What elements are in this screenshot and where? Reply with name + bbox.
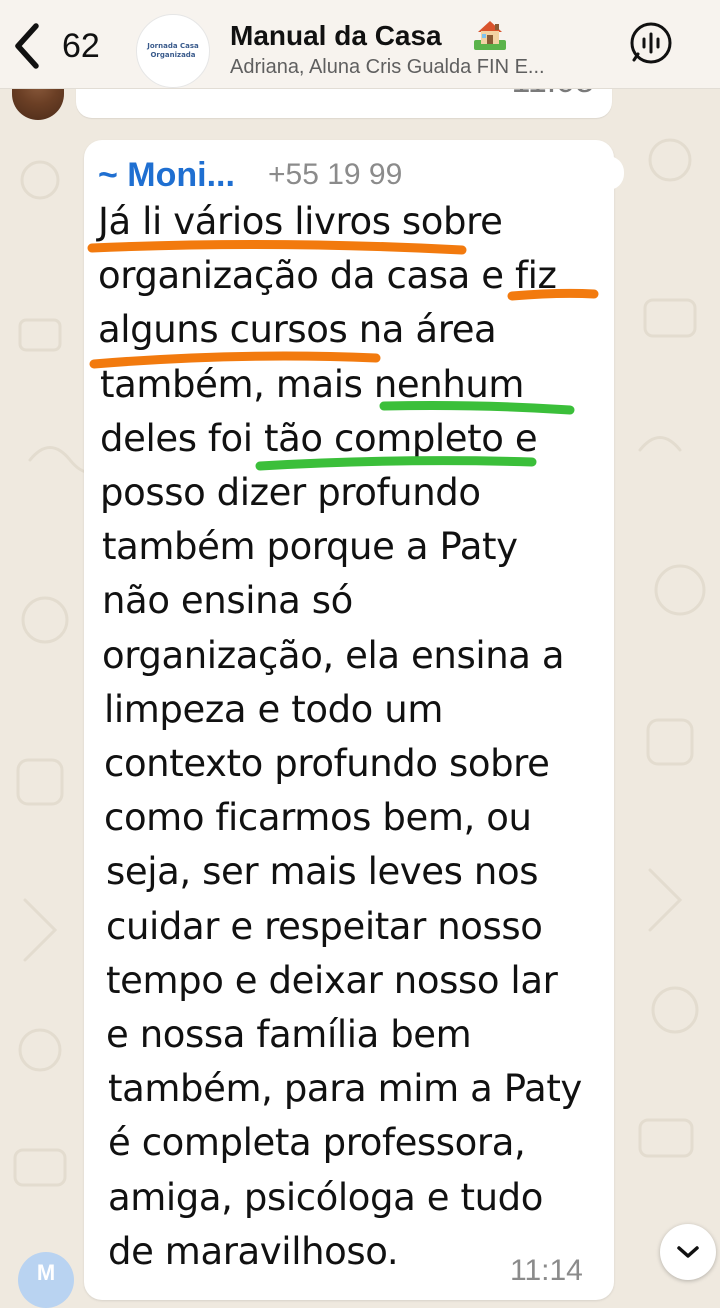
message-line: seja, ser mais leves nos [106, 850, 539, 894]
message-line: cuidar e respeitar nosso [106, 904, 543, 948]
message-line: também, para mim a Paty [108, 1067, 582, 1111]
message-line: organização da casa e fiz [98, 254, 557, 298]
message-time: 11:14 [510, 1254, 583, 1287]
unread-count: 62 [62, 26, 100, 65]
message-line: não ensina só [102, 579, 353, 623]
phone-redaction-mask [428, 156, 624, 190]
group-members-subtitle: Adriana, Aluna Cris Gualda FIN E... [230, 56, 545, 78]
message-line: também, mais nenhum [100, 362, 525, 406]
group-avatar-logo-text: Jornada Casa Organizada [147, 42, 199, 59]
scroll-to-bottom-button[interactable] [660, 1224, 716, 1280]
message-line: como ficarmos bem, ou [104, 796, 532, 840]
next-sender-avatar[interactable]: M [18, 1252, 74, 1308]
message-line: organização, ela ensina a [102, 633, 565, 677]
house-with-garden-icon [474, 21, 506, 50]
sender-phone: +55 19 99 [268, 158, 403, 191]
group-title[interactable]: Manual da Casa [230, 20, 442, 52]
message-line: também porque a Paty [102, 525, 518, 569]
message-line: de maravilhoso. [108, 1229, 399, 1273]
message-line: deles foi tão completo e [100, 416, 538, 460]
message-line: amiga, psicóloga e tudo [108, 1175, 543, 1219]
back-button[interactable]: 62 [8, 18, 118, 74]
sender-name[interactable]: ~ Moni... [98, 156, 235, 195]
chevron-down-icon [677, 1246, 699, 1258]
chat-header: 62 Jornada Casa Organizada Manual da Cas… [0, 0, 720, 89]
message-line: contexto profundo sobre [104, 742, 550, 785]
message-line: e nossa família bem [106, 1013, 472, 1056]
message-line: posso dizer profundo [100, 471, 481, 514]
message-line: é completa professora, [108, 1121, 526, 1165]
chevron-left-icon [15, 23, 39, 69]
message-line: tempo e deixar nosso lar [106, 958, 558, 1002]
message-line: Já li vários livros sobre [98, 200, 503, 243]
message-line: alguns cursos na área [98, 308, 497, 352]
group-avatar[interactable]: Jornada Casa Organizada [136, 14, 210, 88]
voice-chat-icon[interactable] [628, 20, 674, 66]
message-line: limpeza e todo um [104, 687, 443, 731]
